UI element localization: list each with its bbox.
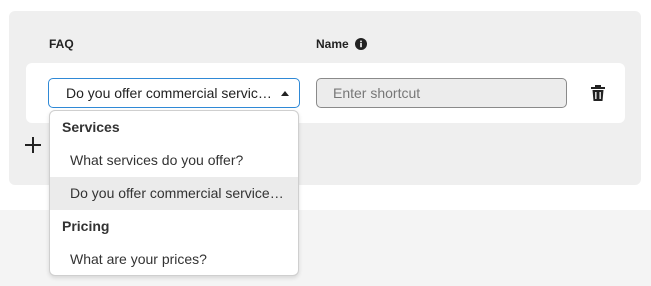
dropdown-option-highlighted[interactable]: Do you offer commercial services? xyxy=(50,177,298,210)
faq-select[interactable]: Do you offer commercial services? xyxy=(48,78,300,108)
dropdown-option[interactable]: What are your prices? xyxy=(50,243,298,275)
caret-up-icon xyxy=(281,90,289,96)
faq-shortcuts-page: FAQ Name Do you offer commercial service… xyxy=(0,0,651,286)
trash-icon[interactable] xyxy=(589,84,607,102)
dropdown-group-services: Services xyxy=(62,119,120,135)
dropdown-group-pricing: Pricing xyxy=(62,218,110,234)
faq-column-label: FAQ xyxy=(49,37,74,51)
name-column-header: Name xyxy=(316,37,367,51)
shortcut-input[interactable] xyxy=(316,78,567,108)
faq-select-value: Do you offer commercial services? xyxy=(66,85,281,101)
name-column-label: Name xyxy=(316,37,349,51)
info-icon[interactable] xyxy=(354,38,367,50)
dropdown-option[interactable]: What services do you offer? xyxy=(50,144,298,177)
faq-dropdown-menu: Services What services do you offer? Do … xyxy=(49,110,299,276)
plus-icon[interactable] xyxy=(22,134,44,156)
